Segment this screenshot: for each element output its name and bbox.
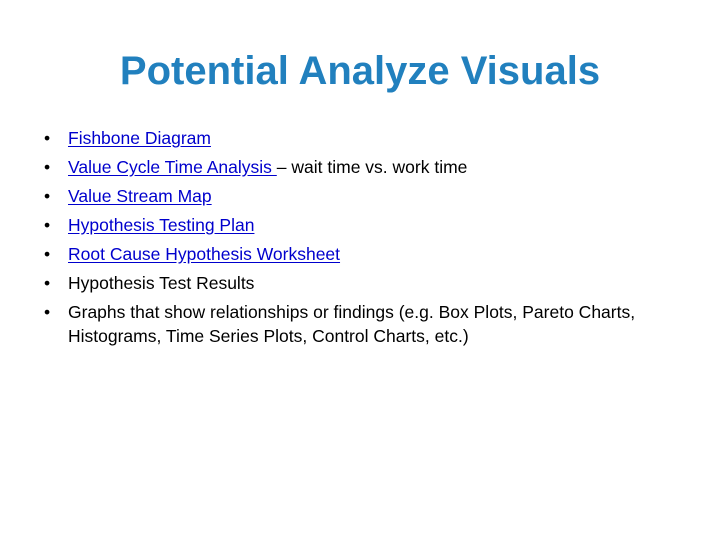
link-root-cause-hypothesis-worksheet[interactable]: Root Cause Hypothesis Worksheet	[68, 244, 340, 264]
bullet-list: • Fishbone Diagram • Value Cycle Time An…	[38, 126, 678, 348]
list-item: • Hypothesis Test Results	[38, 271, 678, 295]
bullet-icon: •	[44, 302, 51, 322]
bullet-icon: •	[44, 186, 51, 206]
list-item-text-graphs: Graphs that show relationships or findin…	[68, 302, 636, 346]
slide-canvas: Potential Analyze Visuals • Fishbone Dia…	[0, 0, 720, 540]
list-item: • Fishbone Diagram	[38, 126, 678, 150]
bullet-icon: •	[44, 244, 51, 264]
list-item: • Value Stream Map	[38, 184, 678, 208]
list-item: • Hypothesis Testing Plan	[38, 213, 678, 237]
list-item: • Value Cycle Time Analysis – wait time …	[38, 155, 678, 179]
bullet-icon: •	[44, 215, 51, 235]
bullet-icon: •	[44, 157, 51, 177]
list-item-text-hypothesis-test-results: Hypothesis Test Results	[68, 273, 255, 293]
link-hypothesis-testing-plan[interactable]: Hypothesis Testing Plan	[68, 215, 254, 235]
bullet-icon: •	[44, 128, 51, 148]
list-item-trailing-text: – wait time vs. work time	[276, 157, 468, 177]
link-fishbone-diagram[interactable]: Fishbone Diagram	[68, 128, 211, 148]
link-value-cycle-time-analysis[interactable]: Value Cycle Time Analysis	[68, 157, 277, 177]
page-title: Potential Analyze Visuals	[119, 49, 601, 93]
link-value-stream-map[interactable]: Value Stream Map	[68, 186, 212, 206]
list-item: • Graphs that show relationships or find…	[38, 300, 680, 348]
bullet-icon: •	[44, 273, 51, 293]
list-item: • Root Cause Hypothesis Worksheet	[38, 242, 678, 266]
